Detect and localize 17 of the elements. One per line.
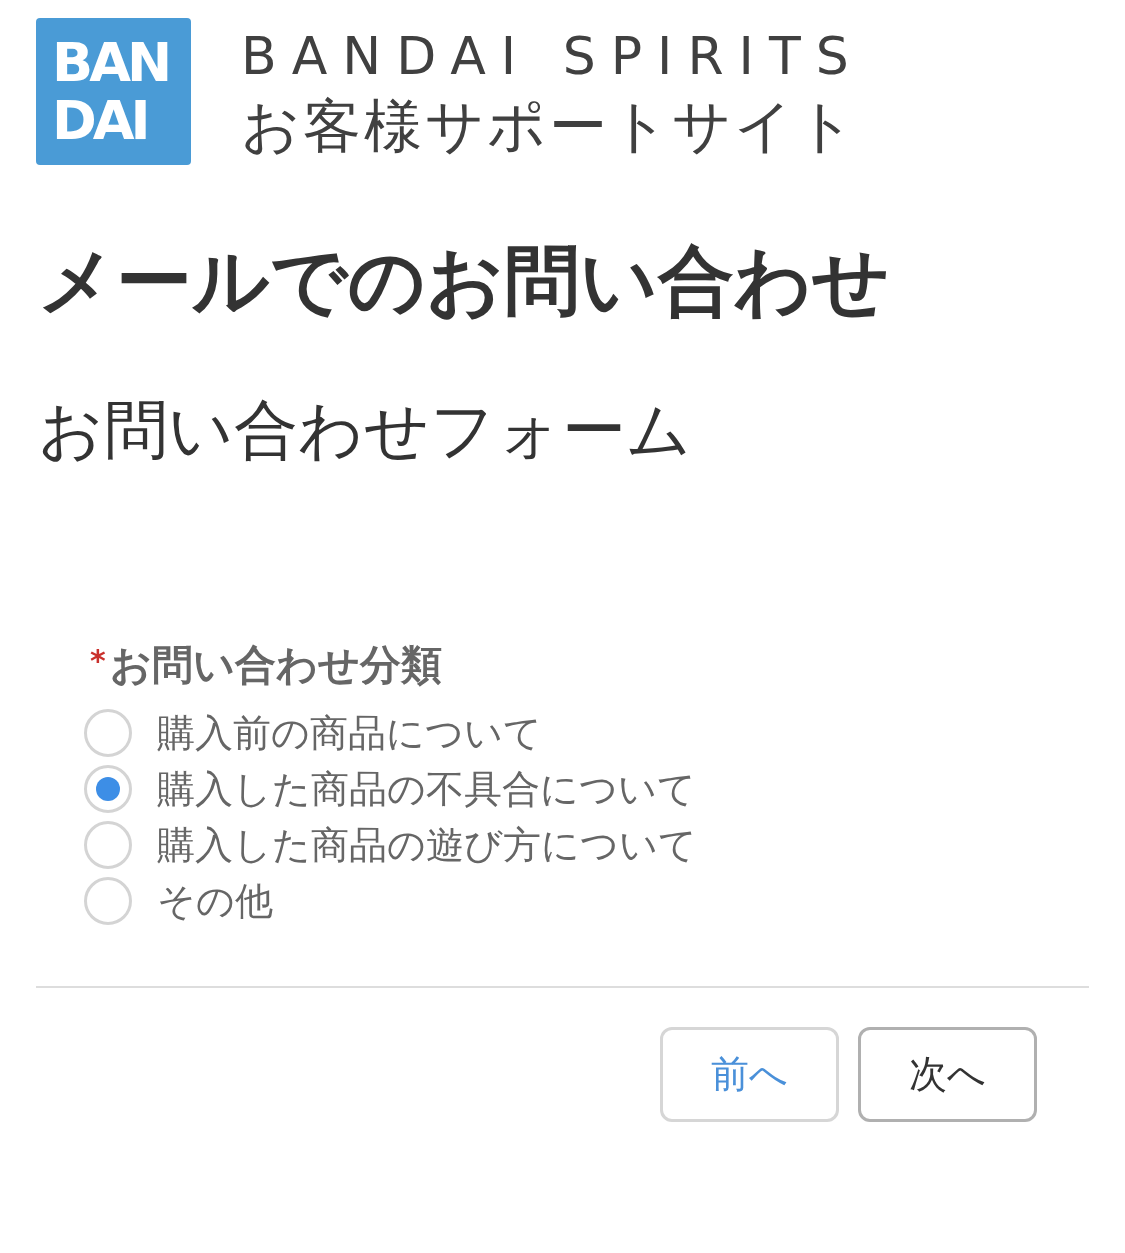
field-label: お問い合わせ分類 bbox=[109, 641, 442, 689]
radio-button[interactable] bbox=[84, 821, 132, 869]
option-label[interactable]: 購入前の商品について bbox=[157, 709, 542, 757]
previous-button[interactable]: 前へ bbox=[660, 1027, 839, 1122]
required-mark: * bbox=[90, 642, 106, 678]
option-label[interactable]: その他 bbox=[157, 877, 273, 925]
option-label[interactable]: 購入した商品の遊び方について bbox=[157, 821, 697, 869]
next-button[interactable]: 次へ bbox=[858, 1027, 1037, 1122]
brand-logo: BAN DAI bbox=[36, 18, 191, 165]
form-title: お問い合わせフォーム bbox=[38, 392, 693, 469]
site-name: お客様サポートサイト bbox=[241, 92, 859, 159]
radio-button[interactable] bbox=[84, 877, 132, 925]
option-label[interactable]: 購入した商品の不具合について bbox=[157, 765, 696, 813]
radio-button[interactable] bbox=[84, 709, 132, 757]
radio-button[interactable] bbox=[84, 765, 132, 813]
brand-name: BANDAI SPIRITS bbox=[241, 24, 864, 87]
page-title: メールでのお問い合わせ bbox=[38, 235, 891, 327]
